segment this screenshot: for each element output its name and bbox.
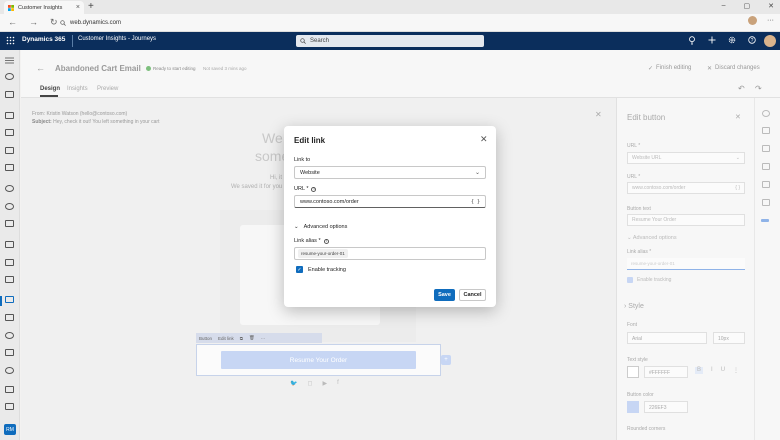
templates-icon[interactable] (5, 276, 14, 283)
ms-logo-icon (8, 4, 14, 11)
tracking-label: Enable tracking (308, 266, 346, 273)
chevron-down-icon: ⌄ (294, 224, 299, 230)
play-icon[interactable] (5, 112, 14, 119)
active-indicator (0, 296, 2, 306)
email-icon[interactable] (5, 296, 14, 303)
forward-icon[interactable]: → (29, 17, 38, 28)
consent-icon[interactable] (5, 185, 14, 192)
browser-tab[interactable]: Customer Insights × (4, 1, 84, 14)
dialog-title: Edit link (294, 136, 326, 145)
add-icon[interactable] (708, 36, 716, 45)
global-search[interactable]: Search (296, 35, 484, 47)
link-to-dropdown[interactable]: Website ⌄ (294, 166, 486, 179)
edit-link-dialog (284, 126, 496, 307)
lightbulb-icon[interactable] (688, 36, 696, 45)
user-avatar[interactable] (764, 35, 776, 47)
alias-label: Link alias * i (294, 238, 329, 244)
leads-icon[interactable] (5, 220, 14, 227)
browser-tab-title: Customer Insights (18, 4, 63, 11)
close-tab-icon[interactable]: × (76, 4, 80, 11)
minimize-icon[interactable]: – (722, 2, 726, 10)
pin-icon[interactable] (5, 91, 14, 98)
advanced-options-toggle[interactable]: ⌄ Advanced options (294, 224, 347, 230)
link-to-value: Website (300, 169, 320, 176)
braces-icon[interactable]: { } (471, 199, 480, 205)
app-bar-actions: ? (688, 36, 756, 45)
back-icon[interactable]: ← (8, 17, 17, 28)
url-value: www.contoso.com/order (300, 198, 359, 205)
forms-icon[interactable] (5, 259, 14, 266)
save-button[interactable]: Save (434, 289, 455, 301)
sms-icon[interactable] (5, 332, 14, 339)
svg-text:?: ? (751, 38, 754, 44)
help-icon[interactable]: ? (748, 36, 756, 45)
cancel-button[interactable]: Cancel (459, 289, 486, 301)
search-icon (300, 38, 306, 44)
info-icon[interactable]: i (323, 238, 329, 244)
hamburger-icon[interactable] (5, 57, 14, 64)
chevron-down-icon: ⌄ (474, 170, 480, 176)
recent-icon[interactable] (5, 73, 14, 80)
link-to-label: Link to (294, 157, 311, 163)
tracking-checkbox[interactable]: ✓ Enable tracking (296, 266, 346, 273)
url-label-text: URL * (294, 186, 309, 192)
library-icon[interactable] (5, 403, 14, 410)
close-window-icon[interactable]: ✕ (768, 2, 774, 10)
refresh-icon[interactable]: ↻ (50, 17, 58, 28)
address-text: web.dynamics.com (70, 20, 122, 26)
push-icon[interactable] (5, 314, 14, 321)
info-icon[interactable]: i (311, 186, 317, 192)
channels-icon[interactable] (5, 349, 14, 356)
address-field[interactable]: web.dynamics.com (60, 17, 740, 29)
alias-chip[interactable]: resume-your-order-01 (298, 249, 348, 258)
alias-label-text: Link alias * (294, 238, 321, 244)
journeys-icon[interactable] (5, 129, 14, 136)
browser-nav: ← → ↻ (8, 17, 58, 28)
area-switcher-badge[interactable]: RM (4, 424, 16, 435)
profile-avatar-icon[interactable] (748, 16, 757, 25)
url-label: URL * i (294, 186, 317, 192)
assets-icon[interactable] (5, 386, 14, 393)
browser-tab-strip (0, 0, 780, 14)
search-icon (60, 20, 66, 26)
search-placeholder: Search (310, 38, 330, 44)
segments-icon[interactable] (5, 164, 14, 171)
maximize-icon[interactable]: ▢ (744, 2, 751, 10)
alias-input[interactable]: resume-your-order-01 (294, 247, 486, 260)
browser-actions: ··· (748, 16, 774, 25)
contacts-icon[interactable] (5, 203, 14, 210)
settings-gear-icon[interactable] (728, 36, 736, 45)
url-input[interactable]: www.contoso.com/order { } (294, 195, 486, 208)
more-icon[interactable]: ··· (767, 17, 774, 24)
new-tab-icon[interactable]: + (88, 1, 94, 12)
window-controls: – ▢ ✕ (722, 2, 774, 10)
app-name[interactable]: Customer Insights - Journeys (78, 36, 156, 42)
triggers-icon[interactable] (5, 241, 14, 248)
checkmark-icon: ✓ (296, 266, 303, 273)
close-icon[interactable]: ✕ (480, 134, 488, 145)
divider (72, 35, 73, 47)
brand-name[interactable]: Dynamics 365 (22, 36, 65, 43)
app-launcher-icon[interactable] (6, 36, 15, 45)
advanced-label: Advanced options (303, 224, 348, 230)
analytics-icon[interactable] (5, 147, 14, 154)
settings-icon[interactable] (5, 367, 14, 374)
